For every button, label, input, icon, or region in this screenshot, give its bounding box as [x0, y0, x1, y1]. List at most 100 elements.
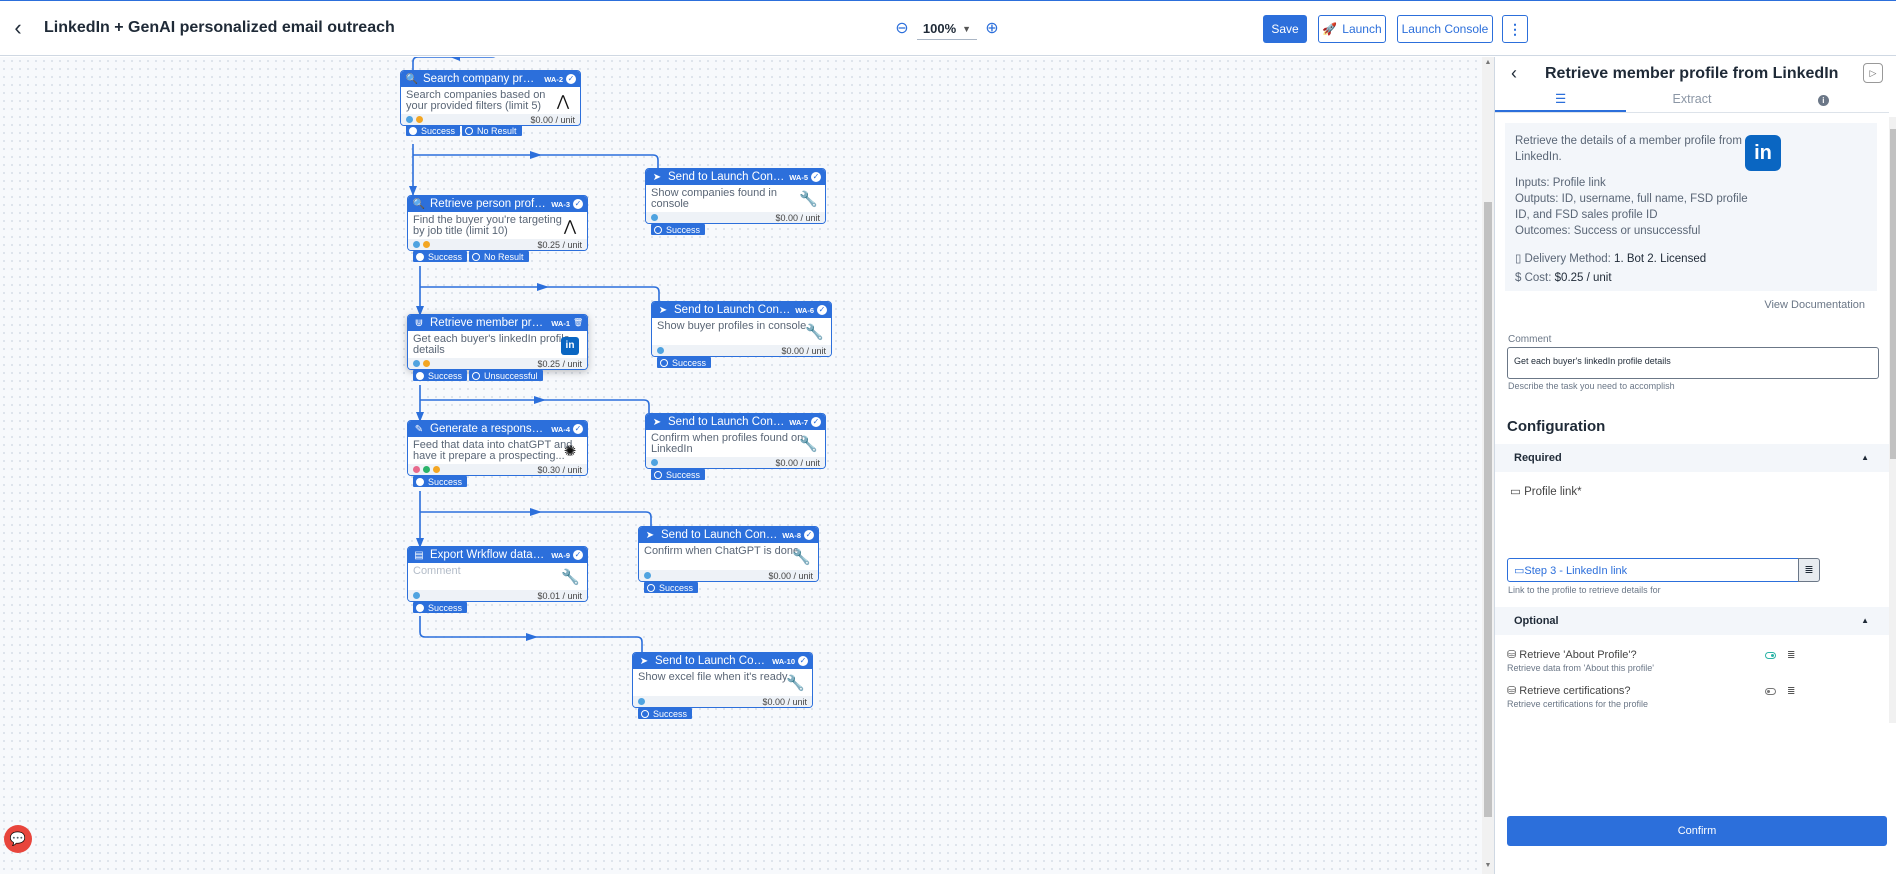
zoom-out-icon[interactable]: ⊖: [893, 20, 911, 38]
zoom-in-icon[interactable]: ⊕: [983, 20, 1001, 38]
node-cost: $0.25 / unit: [537, 358, 582, 369]
node-cost: $0.00 / unit: [775, 457, 820, 468]
node-description: Get each buyer's linkedIn profile detail…: [413, 333, 570, 356]
outcome-success[interactable]: Success: [657, 357, 712, 368]
outcome-success[interactable]: Success: [651, 224, 706, 235]
coin-icon: [423, 241, 430, 248]
database-icon[interactable]: ≣: [1787, 650, 1795, 661]
chat-icon[interactable]: 💬: [4, 825, 32, 853]
launch-console-button[interactable]: Launch Console: [1397, 15, 1493, 43]
tab-extract[interactable]: Extract: [1626, 87, 1757, 112]
optional-section-header[interactable]: Optional ▲: [1495, 607, 1889, 635]
trash-icon[interactable]: 🗑: [573, 318, 583, 328]
outcome-success[interactable]: Success: [413, 476, 468, 487]
outcome-no-result[interactable]: No Result: [462, 125, 522, 136]
node-title: Retrieve person profile d...: [430, 198, 547, 210]
outcome-success[interactable]: Success: [644, 582, 699, 593]
send-icon: ➤: [645, 529, 655, 541]
required-section-header[interactable]: Required ▲: [1495, 444, 1889, 472]
canvas-scrollbar[interactable]: ▲ ▼: [1482, 57, 1494, 874]
node-details-panel: ‹ Retrieve member profile from LinkedIn …: [1494, 57, 1896, 874]
workflow-canvas[interactable]: 🔍Search company profile i...WA-2✓ Search…: [0, 57, 1482, 874]
scroll-down-icon[interactable]: ▼: [1484, 862, 1492, 869]
workflow-node[interactable]: ➤ Send to Launch Console WA-6 ✓ Show buyer …: [651, 301, 832, 357]
apollo-logo-icon: ⋀: [556, 93, 570, 110]
node-description: Confirm when ChatGPT is done: [644, 545, 800, 557]
node-outcomes: Success: [638, 708, 693, 719]
workflow-node-selected[interactable]: ⋓ Retrieve member profile f... WA-1🗑 Get e…: [407, 314, 588, 370]
launch-button[interactable]: 🚀 Launch: [1318, 15, 1386, 43]
node-cost: $0.00 / unit: [762, 696, 807, 707]
node-title: Send to Launch Console: [674, 304, 792, 316]
workflow-node[interactable]: ➤ Send to Launch Console WA-10✓ Show excel…: [632, 652, 813, 708]
save-button[interactable]: Save: [1263, 15, 1307, 43]
workflow-node[interactable]: ▤ Export Wrkflow data to file WA-9✓ Commen…: [407, 546, 588, 602]
node-cost: $0.00 / unit: [781, 345, 826, 356]
back-arrow-icon[interactable]: ‹: [6, 17, 30, 41]
outcome-success[interactable]: Success: [651, 469, 706, 480]
workflow-node[interactable]: ➤ Send to Launch Console WA-7 ✓ Confirm whe…: [645, 413, 826, 469]
linkedin-logo-icon: in: [561, 337, 579, 355]
check-icon: ✓: [798, 656, 808, 666]
workflow-node[interactable]: ➤ Send to Launch Console WA-8 ✓ Confirm whe…: [638, 526, 819, 582]
node-title: Send to Launch Console: [655, 655, 768, 667]
panel-scrollbar[interactable]: [1889, 117, 1896, 723]
outcome-success[interactable]: Success: [638, 708, 693, 719]
play-icon[interactable]: ▷: [1863, 63, 1883, 83]
outcome-success[interactable]: Success: [413, 370, 468, 381]
outcome-success[interactable]: Success: [413, 251, 468, 262]
panel-back-icon[interactable]: ‹: [1511, 63, 1517, 84]
check-icon: ✓: [573, 199, 583, 209]
variable-icon: ▭: [1514, 565, 1525, 577]
linkedin-logo-icon: in: [1745, 135, 1781, 171]
node-outcomes: Success: [644, 582, 699, 593]
profile-link-input[interactable]: ▭Step 3 - LinkedIn link: [1507, 558, 1799, 582]
workflow-node[interactable]: 🔍 Retrieve person profile d... WA-3✓ Find …: [407, 195, 588, 251]
optional-label: Optional: [1514, 615, 1559, 627]
top-bar: ‹ LinkedIn + GenAI personalized email ou…: [0, 0, 1896, 56]
profile-link-hint: Link to the profile to retrieve details …: [1508, 585, 1661, 595]
phone-icon: ▯: [1515, 253, 1522, 265]
zoom-select[interactable]: 100% ▼: [917, 18, 977, 40]
cost-value: $0.25 / unit: [1554, 272, 1612, 284]
coin-icon: [433, 466, 440, 473]
workflow-node[interactable]: ➤ Send to Launch Console WA-5 ✓ Show compan…: [645, 168, 826, 224]
scrollbar-thumb[interactable]: [1890, 129, 1896, 459]
about-profile-toggle[interactable]: [1765, 652, 1776, 659]
scrollbar-thumb[interactable]: [1484, 202, 1492, 817]
outputs-text: Outputs: ID, username, full name, FSD pr…: [1515, 193, 1748, 221]
comment-textarea[interactable]: Get each buyer's linkedIn profile detail…: [1507, 347, 1879, 379]
option-description: Retrieve data from 'About this profile': [1507, 663, 1655, 673]
more-options-icon[interactable]: ⋮: [1502, 15, 1528, 43]
database-icon[interactable]: ≣: [1798, 558, 1820, 582]
cost-label: Cost:: [1524, 272, 1552, 284]
tab-details[interactable]: ☰: [1495, 87, 1627, 112]
send-icon: ➤: [658, 304, 668, 316]
cost-line: $ Cost: $0.25 / unit: [1515, 272, 1612, 284]
node-outcomes: Success No Result: [413, 251, 529, 262]
tab-info[interactable]: i: [1758, 87, 1889, 112]
scroll-up-icon[interactable]: ▲: [1484, 59, 1492, 66]
node-description: Show companies found in console: [651, 187, 777, 210]
outcome-success[interactable]: Success: [406, 125, 461, 136]
view-documentation-link[interactable]: View Documentation: [1700, 299, 1865, 311]
confirm-button[interactable]: Confirm: [1507, 816, 1887, 846]
node-id: WA-10: [772, 656, 795, 666]
node-outcomes: Success: [657, 357, 712, 368]
chevron-down-icon: ▼: [962, 23, 972, 34]
action-summary: Retrieve the details of a member profile…: [1505, 123, 1877, 291]
outcome-unsuccessful[interactable]: Unsuccessful: [469, 370, 543, 381]
option-about-profile: ⛁ Retrieve 'About Profile'? Retrieve dat…: [1507, 649, 1655, 673]
outcome-success[interactable]: Success: [413, 602, 468, 613]
bot-icon: [406, 116, 413, 123]
certifications-toggle[interactable]: [1765, 688, 1776, 695]
workflow-node[interactable]: 🔍 Search company profile i... WA-2✓ Search…: [400, 70, 581, 126]
workflow-node[interactable]: ✎ Generate a response wit... WA-4✓ Feed th…: [407, 420, 588, 476]
description-text: Retrieve the details of a member profile…: [1515, 135, 1742, 163]
search-icon: 🔍: [412, 198, 426, 210]
node-id: WA-9: [551, 550, 570, 560]
apollo-logo-icon: ⋀: [563, 218, 577, 235]
database-icon[interactable]: ≣: [1787, 686, 1795, 697]
node-cost: $0.25 / unit: [537, 239, 582, 250]
outcome-no-result[interactable]: No Result: [469, 251, 529, 262]
